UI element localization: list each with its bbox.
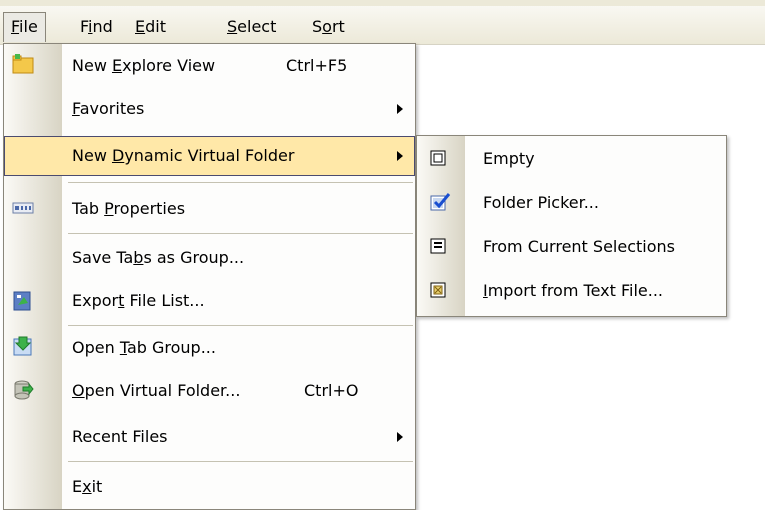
exit-label-pre: E (72, 477, 83, 496)
title-strip (0, 0, 765, 6)
menu-select[interactable]: Select (220, 12, 283, 42)
menu-edit[interactable]: Edit (128, 12, 173, 42)
exit-mnemonic: x (82, 477, 92, 496)
file-menu: New Explore View Ctrl+F5 Favorites New D… (3, 43, 416, 510)
menu-item-save-tabs-as-group[interactable]: Save Tabs as Group... (4, 238, 415, 278)
menu-item-new-explore-view[interactable]: New Explore View Ctrl+F5 (4, 46, 415, 86)
submenu-item-import-from-text-file[interactable]: Import from Text File... (417, 271, 726, 311)
empty-folder-icon (429, 149, 447, 167)
open-tab-group-label-pre: Open (72, 338, 120, 357)
new-dynamic-virtual-folder-label: ynamic Virtual Folder (124, 146, 295, 165)
tab-properties-label-pre: Tab (72, 199, 105, 218)
menu-separator (68, 182, 413, 183)
empty-label: Empty (483, 149, 535, 168)
open-tab-group-label: ab Group... (126, 338, 216, 357)
new-dynamic-virtual-folder-submenu-arrow-icon (397, 151, 403, 161)
export-file-list-icon (12, 290, 34, 312)
submenu-item-empty[interactable]: Empty (417, 139, 726, 179)
menu-item-open-tab-group[interactable]: Open Tab Group... (4, 328, 415, 368)
menu-separator (68, 461, 413, 462)
favorites-submenu-arrow-icon (397, 104, 403, 114)
menu-bar: File Find Edit Select Sort (0, 0, 765, 45)
tab-properties-label: roperties (113, 199, 186, 218)
export-file-list-label: File List... (124, 291, 205, 310)
save-tabs-mnemonic: b (133, 248, 144, 267)
new-explore-view-label: xplore View (122, 56, 216, 75)
menu-select-label: elect (237, 17, 277, 36)
new-explore-view-icon (12, 53, 34, 75)
exit-label: it (91, 477, 103, 496)
favorites-mnemonic: F (72, 99, 80, 118)
menu-find-label-pre: F (80, 17, 89, 36)
submenu-item-from-current-selections[interactable]: From Current Selections (417, 227, 726, 267)
open-virtual-folder-label: pen Virtual Folder... (84, 381, 241, 400)
menu-file[interactable]: File (3, 12, 46, 42)
menu-select-mnemonic: S (227, 17, 238, 36)
favorites-label: avorites (79, 99, 145, 118)
menu-edit-mnemonic: E (135, 17, 146, 36)
new-dynamic-virtual-folder-mnemonic: D (111, 146, 125, 165)
open-virtual-folder-icon (12, 378, 34, 400)
folder-picker-label: Folder Picker... (483, 193, 599, 212)
import-from-text-file-label: mport from Text File... (487, 281, 663, 300)
menu-item-favorites[interactable]: Favorites (4, 89, 415, 129)
open-tab-group-mnemonic: T (119, 338, 127, 357)
new-explore-view-shortcut: Ctrl+F5 (286, 56, 348, 75)
menu-find-label: nd (92, 17, 113, 36)
menu-file-mnemonic: F (11, 17, 20, 36)
menu-sort[interactable]: Sort (305, 12, 352, 42)
open-tab-group-icon (12, 335, 34, 357)
save-tabs-label: s as Group... (143, 248, 245, 267)
open-virtual-folder-mnemonic: O (72, 381, 85, 400)
menu-item-new-dynamic-virtual-folder[interactable]: New Dynamic Virtual Folder (4, 136, 415, 176)
tab-properties-icon (12, 198, 34, 220)
menu-find[interactable]: Find (73, 12, 120, 42)
menu-file-label: ile (19, 17, 38, 36)
menu-sort-label: rt (331, 17, 345, 36)
menu-sort-mnemonic: o (322, 17, 332, 36)
dynamic-folder-submenu: Empty Folder Picker... From Current Sele… (416, 135, 727, 317)
menu-separator (68, 325, 413, 326)
new-explore-view-label-pre: New (72, 56, 112, 75)
submenu-item-folder-picker[interactable]: Folder Picker... (417, 183, 726, 223)
menu-item-recent-files[interactable]: Recent Files (4, 417, 415, 457)
open-virtual-folder-shortcut: Ctrl+O (304, 381, 359, 400)
menu-item-export-file-list[interactable]: Export File List... (4, 281, 415, 321)
menu-separator (68, 233, 413, 234)
new-explore-view-mnemonic: E (111, 56, 123, 75)
import-text-file-icon (429, 281, 447, 299)
from-current-selections-label: From Current Selections (483, 237, 675, 256)
export-file-list-label-pre: Expor (72, 291, 119, 310)
from-selections-icon (429, 237, 447, 255)
menu-sort-label-pre: S (312, 17, 323, 36)
menu-item-open-virtual-folder[interactable]: Open Virtual Folder... Ctrl+O (4, 371, 415, 411)
menu-item-tab-properties[interactable]: Tab Properties (4, 189, 415, 229)
new-dynamic-virtual-folder-label-pre: New (72, 146, 112, 165)
save-tabs-label-pre: Save Ta (72, 248, 134, 267)
menu-item-exit[interactable]: Exit (4, 467, 415, 507)
menu-edit-label: dit (145, 17, 166, 36)
recent-files-submenu-arrow-icon (397, 432, 403, 442)
folder-picker-icon (429, 191, 451, 213)
recent-files-label: Recent Files (72, 427, 168, 446)
tab-properties-mnemonic: P (104, 199, 114, 218)
